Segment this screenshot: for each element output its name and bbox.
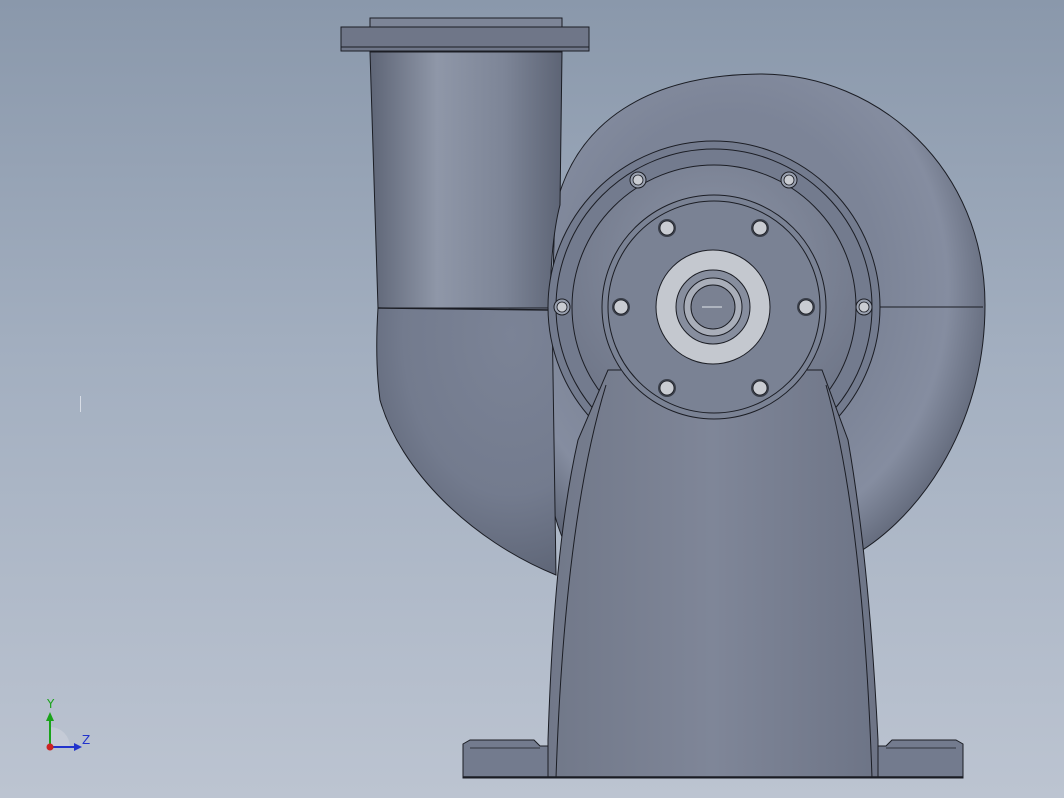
base-foot-right[interactable] <box>877 739 964 779</box>
graphics-viewport[interactable]: Y Z <box>0 0 1064 798</box>
triad-z-arrow <box>74 743 82 751</box>
triad-x-axis-dot <box>46 743 54 751</box>
inner-bolt-bottom-left[interactable] <box>658 379 676 397</box>
inner-bolt-right[interactable] <box>797 298 815 316</box>
outer-bolt-left[interactable] <box>553 298 571 316</box>
discharge-pipe[interactable] <box>369 51 563 309</box>
outer-bolt-top-right[interactable] <box>780 171 798 189</box>
triad-y-label: Y <box>47 697 55 711</box>
triad-sector <box>50 727 70 747</box>
discharge-elbow[interactable] <box>376 307 557 576</box>
pump-model[interactable] <box>0 0 1064 798</box>
outer-bolt-right[interactable] <box>855 298 873 316</box>
inner-bolt-top-right[interactable] <box>751 219 769 237</box>
inner-bolt-bottom-right[interactable] <box>751 379 769 397</box>
triad-z-label: Z <box>82 733 91 747</box>
inner-bolt-left[interactable] <box>612 298 630 316</box>
base-foot-left[interactable] <box>462 739 549 779</box>
outer-bolt-top-left[interactable] <box>629 171 647 189</box>
triad-y-arrow <box>46 712 54 721</box>
text-cursor-mark <box>80 396 81 412</box>
bearing-pedestal[interactable] <box>547 369 879 779</box>
view-orientation-triad[interactable]: Y Z <box>38 695 98 757</box>
inner-bolt-top-left[interactable] <box>658 219 676 237</box>
